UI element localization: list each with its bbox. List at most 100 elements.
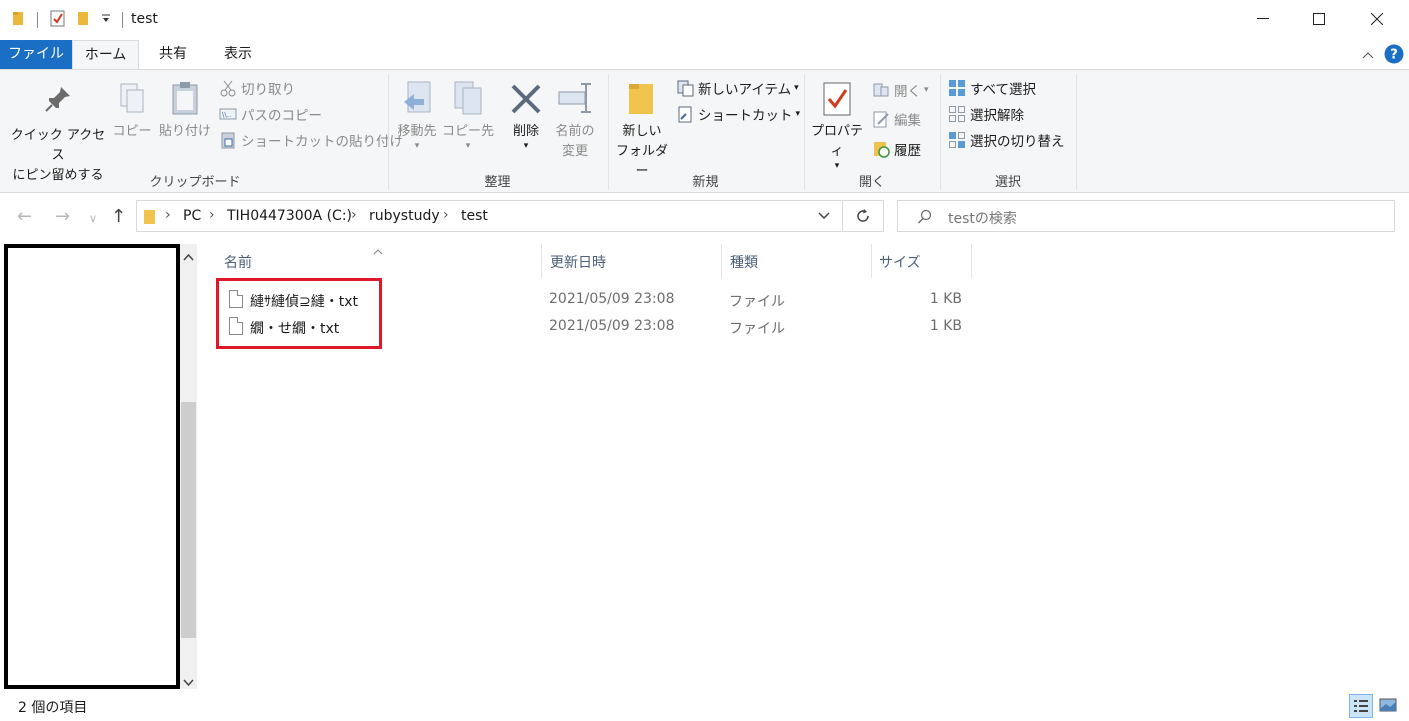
tab-view[interactable]: 表示: [208, 40, 268, 69]
status-bar: 2 個の項目: [0, 693, 1409, 721]
delete-x-icon: [511, 84, 541, 114]
recent-locations-icon[interactable]: ∨: [89, 212, 97, 225]
column-header-modified[interactable]: 更新日時: [550, 252, 606, 272]
open-button[interactable]: 開く ▾: [872, 79, 929, 101]
paste-shortcut-button[interactable]: ショートカットの貼り付け: [219, 129, 403, 151]
refresh-icon: [857, 209, 869, 222]
move-to-icon: [404, 81, 431, 113]
back-icon[interactable]: ←: [17, 206, 32, 227]
move-to-button[interactable]: 移動先 ▾: [392, 80, 442, 151]
copy-button[interactable]: コピー: [112, 80, 152, 142]
new-folder-button[interactable]: 新しい フォルダー: [612, 80, 672, 182]
cut-button[interactable]: 切り取り: [219, 77, 295, 99]
column-header-size[interactable]: サイズ: [879, 252, 921, 272]
copy-icon: [120, 83, 144, 113]
copy-to-button[interactable]: コピー先 ▾: [442, 80, 494, 151]
folder-icon: [143, 209, 157, 229]
navigation-pane-scrollbar[interactable]: [180, 244, 197, 689]
svg-text:?: ?: [1390, 48, 1398, 63]
folder-icon: [12, 10, 26, 30]
pin-quick-access-button[interactable]: クイック アクセス にピン留めする: [8, 80, 108, 186]
address-dropdown-icon[interactable]: [818, 209, 830, 227]
svg-text:\\..: \\..: [222, 111, 231, 119]
select-none-button[interactable]: 選択解除: [948, 103, 1024, 125]
file-size: 1 KB: [929, 318, 962, 334]
invert-selection-button[interactable]: 選択の切り替え: [948, 129, 1065, 151]
ribbon-tabs: ファイル ホーム 共有 表示 ?: [0, 38, 1409, 70]
edit-button[interactable]: 編集: [872, 108, 921, 130]
scroll-up-icon[interactable]: [183, 250, 194, 265]
tab-home[interactable]: ホーム: [72, 40, 139, 70]
forward-icon[interactable]: →: [55, 206, 70, 227]
address-bar[interactable]: › PC › TIH0447300A (C:) › rubystudy › te…: [136, 200, 843, 232]
properties-icon: [823, 82, 851, 116]
tab-file[interactable]: ファイル: [0, 40, 72, 69]
large-icons-view-icon[interactable]: [1377, 694, 1401, 718]
search-box[interactable]: testの検索: [897, 200, 1395, 232]
new-item-icon: [676, 79, 694, 97]
new-item-button[interactable]: 新しいアイテム ▾: [676, 77, 799, 99]
folder-icon: [629, 84, 653, 114]
up-icon[interactable]: ↑: [111, 206, 126, 227]
breadcrumb-drive[interactable]: TIH0447300A (C:): [227, 208, 352, 224]
shortcut-icon: [676, 105, 694, 123]
delete-button[interactable]: 削除 ▾: [504, 80, 548, 151]
navigation-bar: ← → ∨ ↑ › PC › TIH0447300A (C:) › rubyst…: [0, 194, 1409, 244]
breadcrumb-rubystudy[interactable]: rubystudy: [369, 208, 440, 224]
select-group-label: 選択: [994, 175, 1021, 190]
edit-icon: [872, 110, 890, 128]
scroll-down-icon[interactable]: [183, 676, 194, 691]
file-size: 1 KB: [929, 291, 962, 307]
collapse-ribbon-icon[interactable]: [1362, 48, 1374, 63]
item-count: 2 個の項目: [18, 700, 88, 716]
scissors-icon: [219, 79, 237, 97]
open-icon: [872, 81, 890, 99]
column-header-name[interactable]: 名前: [224, 252, 252, 272]
copy-path-icon: \\..: [219, 105, 237, 123]
sort-ascending-icon: [373, 244, 383, 259]
copy-to-icon: [454, 81, 482, 115]
tab-share[interactable]: 共有: [144, 40, 202, 69]
details-view-icon[interactable]: [1349, 694, 1373, 718]
copy-path-button[interactable]: \\.. パスのコピー: [219, 103, 322, 125]
clipboard-group-label: クリップボード: [149, 175, 241, 190]
maximize-button[interactable]: [1291, 0, 1347, 38]
file-modified: 2021/05/09 23:08: [549, 318, 675, 334]
column-header-type[interactable]: 種類: [730, 252, 758, 272]
ribbon: クイック アクセス にピン留めする コピー 貼り付け 切り取り \\.. パスの…: [0, 69, 1409, 193]
properties-icon[interactable]: [50, 10, 66, 32]
shortcut-button[interactable]: ショートカット ▾: [676, 103, 800, 125]
pin-icon: [45, 87, 70, 112]
history-button[interactable]: 履歴: [872, 138, 921, 160]
select-none-icon: [948, 105, 966, 123]
window-title: test: [131, 11, 158, 27]
select-all-icon: [948, 79, 966, 97]
search-placeholder: testの検索: [948, 211, 1017, 227]
clipboard-icon: [172, 82, 198, 115]
customize-qat-icon[interactable]: [101, 13, 111, 28]
organize-group-label: 整理: [484, 175, 511, 190]
invert-selection-icon: [948, 131, 966, 149]
navigation-pane[interactable]: [4, 244, 180, 689]
properties-button[interactable]: プロパティ ▾: [806, 80, 868, 171]
breadcrumb-pc[interactable]: PC: [183, 208, 201, 224]
search-icon: [917, 209, 933, 229]
title-bar: test: [0, 0, 1409, 38]
open-group-label: 開く: [858, 175, 885, 190]
paste-button[interactable]: 貼り付け: [156, 80, 214, 142]
new-group-label: 新規: [692, 175, 719, 190]
rename-icon: [558, 83, 591, 113]
select-all-button[interactable]: すべて選択: [948, 77, 1036, 99]
scrollbar-thumb[interactable]: [181, 402, 196, 638]
minimize-button[interactable]: [1235, 0, 1291, 38]
refresh-button[interactable]: [843, 200, 884, 232]
breadcrumb-test[interactable]: test: [461, 208, 488, 224]
file-type: ファイル: [729, 321, 785, 337]
file-modified: 2021/05/09 23:08: [549, 291, 675, 307]
paste-shortcut-icon: [219, 131, 237, 149]
rename-button[interactable]: 名前の 変更: [550, 80, 600, 162]
history-icon: [872, 140, 890, 158]
help-icon[interactable]: ?: [1384, 44, 1404, 68]
close-button[interactable]: [1349, 0, 1405, 38]
new-folder-icon[interactable]: [77, 10, 91, 30]
